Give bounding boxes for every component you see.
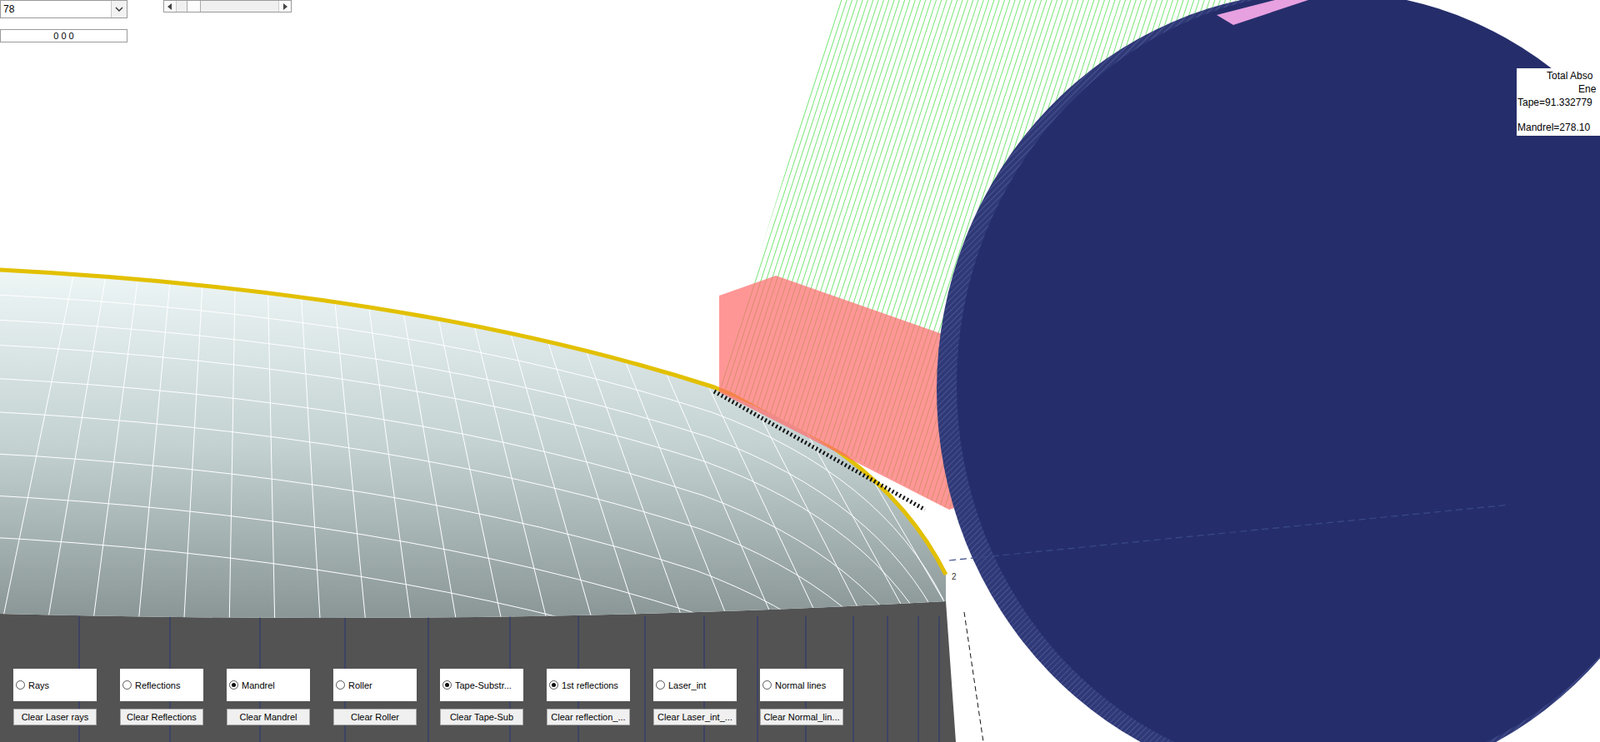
dropdown-button[interactable]	[110, 0, 127, 18]
energy-panel: Total AbsoEneTape=91.332779 Mandrel=278.1…	[1516, 68, 1600, 136]
radio-circle-icon	[15, 680, 25, 690]
energy-line: Mandrel=278.10	[1516, 120, 1600, 135]
toggle-group: Mandrel Clear Mandrel	[226, 669, 310, 726]
radio-circle-icon	[549, 680, 559, 690]
clear-button[interactable]: Clear Laser_int_...	[653, 709, 737, 726]
radio-circle-icon	[229, 680, 239, 690]
arrow-right-icon	[282, 3, 288, 10]
slider-track[interactable]	[176, 0, 279, 12]
roller	[936, 0, 1600, 742]
toggle-group: 1st reflections Clear reflection_...	[546, 669, 630, 726]
toggle-radio[interactable]: Normal lines	[760, 669, 844, 702]
scene-canvas[interactable]: 2	[0, 0, 1600, 742]
clear-button[interactable]: Clear Normal_lin...	[760, 709, 844, 726]
toggle-group: Laser_int Clear Laser_int_...	[653, 669, 737, 726]
radio-circle-icon	[655, 680, 665, 690]
toggle-toolbar: Rays Clear Laser rays Reflections Clear Ref…	[13, 669, 844, 726]
app-window: 2 78 0 0 0 Total AbsoEneTape=91.332779 Mandr…	[0, 0, 1600, 742]
toggle-group: Roller Clear Roller	[333, 669, 417, 726]
toggle-group: Tape-Substr... Clear Tape-Sub	[440, 669, 524, 726]
toggle-radio[interactable]: Laser_int	[653, 669, 737, 702]
toggle-radio[interactable]: Rays	[13, 669, 97, 702]
chevron-down-icon	[115, 6, 124, 12]
arrow-left-icon	[167, 3, 173, 10]
radio-circle-icon	[442, 680, 452, 690]
toggle-group: Rays Clear Laser rays	[13, 669, 97, 726]
energy-line: Total Abso	[1516, 69, 1600, 83]
slider-right-button[interactable]	[278, 0, 291, 12]
roller-axis	[949, 505, 1510, 561]
radio-circle-icon	[762, 680, 772, 690]
slider-left-button[interactable]	[164, 0, 177, 12]
contact-line	[714, 391, 925, 510]
vector-field[interactable]: 0 0 0	[0, 29, 128, 43]
clear-button[interactable]: Clear reflection_...	[546, 709, 630, 726]
toggle-radio[interactable]: Tape-Substr...	[440, 669, 524, 702]
radio-circle-icon	[335, 680, 345, 690]
toggle-radio[interactable]: Mandrel	[226, 669, 310, 702]
slider-thumb[interactable]	[186, 0, 201, 12]
energy-line: Tape=91.332779	[1516, 95, 1600, 110]
roller-body	[956, 0, 1600, 742]
clear-button[interactable]: Clear Roller	[333, 709, 417, 726]
toggle-group: Reflections Clear Reflections	[120, 669, 204, 726]
toggle-radio[interactable]: Reflections	[120, 669, 204, 702]
clear-button[interactable]: Clear Tape-Sub	[440, 709, 524, 726]
frame-dropdown[interactable]: 78	[0, 0, 128, 19]
toggle-radio[interactable]: 1st reflections	[546, 669, 630, 702]
clear-button[interactable]: Clear Reflections	[120, 709, 204, 726]
toggle-group: Normal lines Clear Normal_lin...	[760, 669, 844, 726]
mandrel-cylinder	[0, 601, 956, 742]
radio-circle-icon	[122, 680, 132, 690]
toggle-radio[interactable]: Roller	[333, 669, 417, 702]
dropdown-value: 78	[0, 3, 111, 15]
energy-line: Ene	[1516, 82, 1600, 96]
clear-button[interactable]: Clear Mandrel	[226, 709, 310, 726]
axis-label: 2	[951, 572, 957, 582]
clear-button[interactable]: Clear Laser rays	[13, 709, 97, 726]
frame-slider[interactable]	[163, 0, 292, 13]
